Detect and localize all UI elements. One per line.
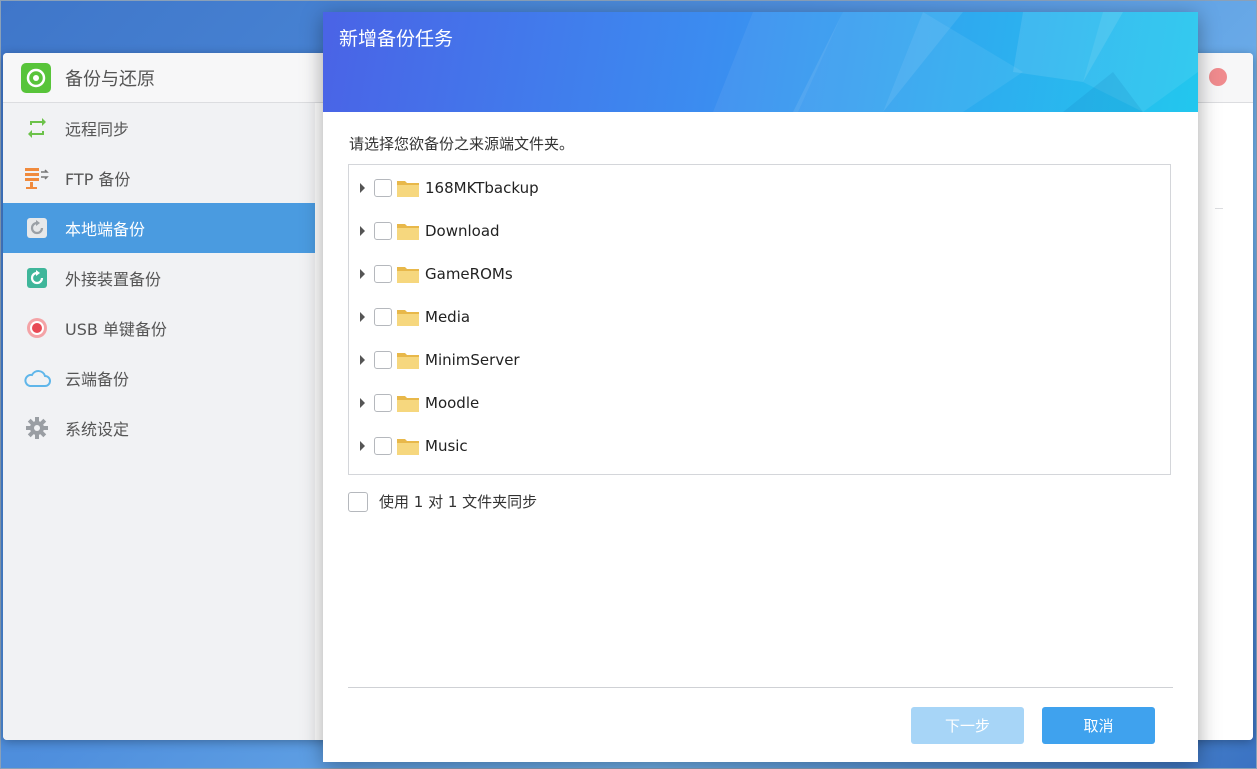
- expand-arrow-icon[interactable]: [360, 269, 365, 279]
- folder-icon: [397, 181, 419, 197]
- one-to-one-sync-checkbox[interactable]: [348, 491, 368, 512]
- window-close-button[interactable]: [1209, 68, 1227, 86]
- sidebar-item-cloud-backup[interactable]: 云端备份: [3, 353, 315, 403]
- sidebar-item-usb-one-touch-backup[interactable]: USB 单键备份: [3, 303, 315, 353]
- sidebar-item-label: USB 单键备份: [65, 320, 167, 339]
- folder-checkbox[interactable]: [374, 437, 392, 455]
- expand-arrow-icon[interactable]: [360, 312, 365, 322]
- sidebar-item-label: 云端备份: [65, 370, 130, 389]
- expand-arrow-icon[interactable]: [360, 355, 365, 365]
- folder-checkbox[interactable]: [374, 394, 392, 412]
- one-to-one-sync-option[interactable]: 使用 1 对 1 文件夹同步: [348, 491, 537, 512]
- folder-name: Media: [425, 308, 471, 326]
- folder-name: GameROMs: [425, 265, 513, 283]
- one-to-one-sync-label: 使用 1 对 1 文件夹同步: [379, 493, 538, 511]
- folder-checkbox[interactable]: [374, 265, 392, 283]
- sidebar: 远程同步 FTP 备份 本地端备份 外接装置备份 USB 单键备份 云端备份 系…: [3, 103, 315, 740]
- sidebar-item-local-backup[interactable]: 本地端备份: [3, 203, 315, 253]
- folder-row[interactable]: MinimServer: [349, 345, 520, 375]
- folder-icon: [397, 310, 419, 326]
- sidebar-item-label: 外接装置备份: [65, 270, 162, 289]
- content-divider: [1215, 208, 1223, 209]
- folder-row[interactable]: 168MKTbackup: [349, 173, 539, 203]
- sidebar-item-label: 系统设定: [65, 420, 130, 439]
- folder-icon: [397, 353, 419, 369]
- folder-checkbox[interactable]: [374, 222, 392, 240]
- folder-name: 168MKTbackup: [425, 179, 539, 197]
- folder-name: Music: [425, 437, 468, 455]
- folder-row[interactable]: GameROMs: [349, 259, 513, 289]
- folder-checkbox[interactable]: [374, 179, 392, 197]
- backup-restore-logo-icon: [21, 62, 51, 93]
- folder-row[interactable]: Moodle: [349, 388, 479, 418]
- sidebar-item-remote-sync[interactable]: 远程同步: [3, 103, 315, 153]
- sidebar-item-label: 本地端备份: [65, 220, 146, 239]
- local-backup-icon: [23, 214, 51, 242]
- footer-divider: [348, 687, 1173, 688]
- sync-icon: [23, 114, 51, 142]
- expand-arrow-icon[interactable]: [360, 398, 365, 408]
- header-pattern: [713, 12, 1198, 112]
- sidebar-item-label: FTP 备份: [65, 170, 131, 189]
- folder-name: MinimServer: [425, 351, 520, 369]
- ftp-icon: [23, 164, 51, 192]
- usb-target-icon: [23, 314, 51, 342]
- sidebar-item-system-settings[interactable]: 系统设定: [3, 403, 315, 453]
- sidebar-item-ftp-backup[interactable]: FTP 备份: [3, 153, 315, 203]
- app-title: 备份与还原: [65, 68, 155, 90]
- folder-icon: [397, 267, 419, 283]
- sidebar-item-external-device-backup[interactable]: 外接装置备份: [3, 253, 315, 303]
- folder-row[interactable]: Download: [349, 216, 500, 246]
- expand-arrow-icon[interactable]: [360, 441, 365, 451]
- expand-arrow-icon[interactable]: [360, 183, 365, 193]
- cancel-button[interactable]: 取消: [1042, 707, 1155, 744]
- folder-checkbox[interactable]: [374, 351, 392, 369]
- instruction-text: 请选择您欲备份之来源端文件夹。: [349, 135, 575, 153]
- folder-name: Moodle: [425, 394, 480, 412]
- folder-row[interactable]: Media: [349, 302, 470, 332]
- folder-name: Download: [425, 222, 500, 240]
- dialog-title: 新增备份任务: [339, 28, 454, 50]
- folder-checkbox[interactable]: [374, 308, 392, 326]
- next-button[interactable]: 下一步: [911, 707, 1024, 744]
- gear-icon: [23, 414, 51, 442]
- folder-icon: [397, 439, 419, 455]
- new-backup-task-dialog: 新增备份任务 请选择您欲备份之来源端文件夹。 168MKTbackup Downl…: [323, 12, 1198, 762]
- folder-icon: [397, 224, 419, 240]
- dialog-header: 新增备份任务: [323, 12, 1198, 112]
- folder-tree: 168MKTbackup Download GameROMs Media MinimSe…: [348, 164, 1171, 475]
- expand-arrow-icon[interactable]: [360, 226, 365, 236]
- folder-row[interactable]: Music: [349, 431, 468, 461]
- folder-icon: [397, 396, 419, 412]
- sidebar-item-label: 远程同步: [65, 120, 130, 139]
- cloud-icon: [23, 364, 51, 392]
- external-device-icon: [23, 264, 51, 292]
